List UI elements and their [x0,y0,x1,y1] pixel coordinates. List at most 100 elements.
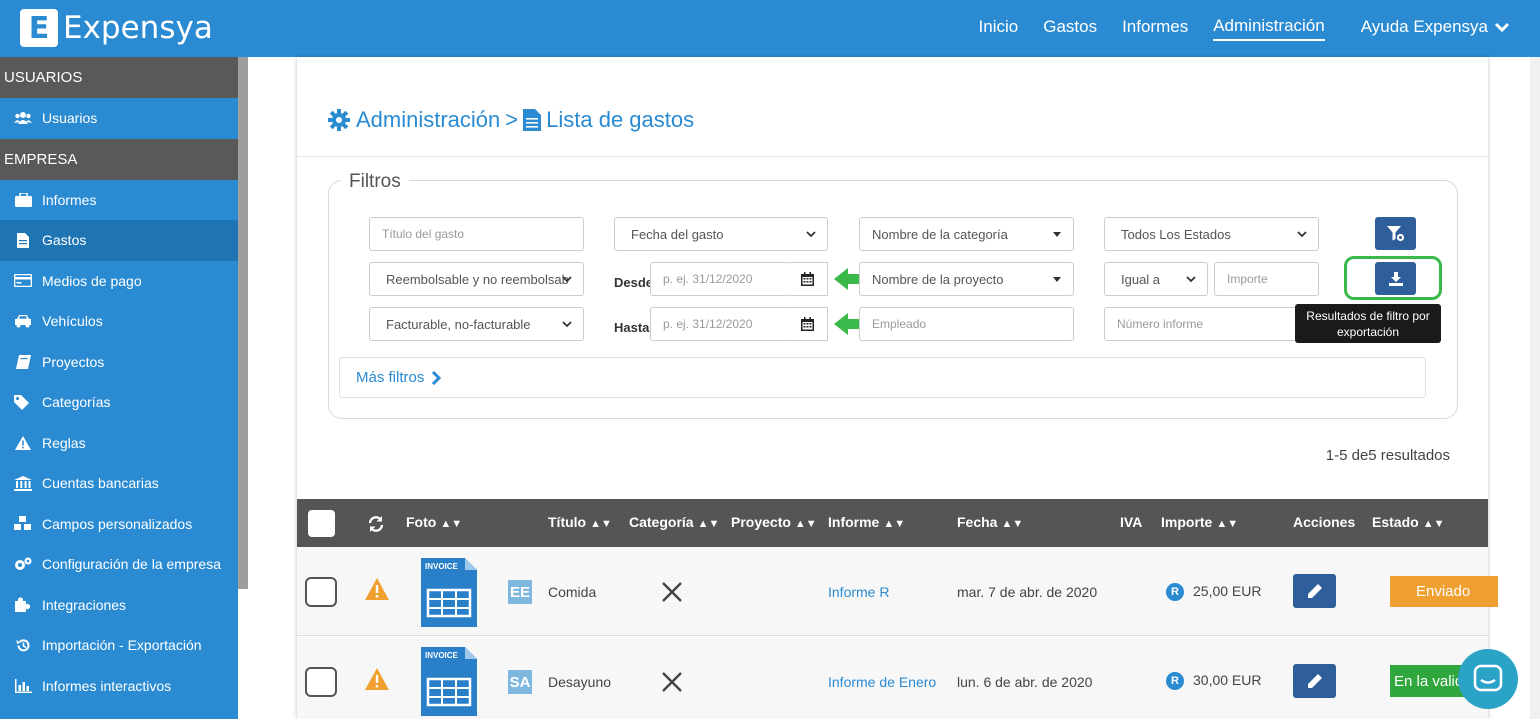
chat-icon [1473,664,1503,692]
sidebar-item-label: Cuentas bancarias [42,475,159,492]
empleado-placeholder: Empleado [872,317,927,331]
edit-button[interactable] [1293,664,1336,698]
logo[interactable]: E Expensya [20,9,213,47]
mas-filtros-toggle[interactable]: Más filtros [339,357,1426,398]
row-checkbox[interactable] [305,667,337,697]
row-informe-link[interactable]: Informe de Enero [828,674,936,690]
col-iva: IVA [1120,514,1143,530]
row-informe-link[interactable]: Informe R [828,584,889,600]
nav-informes[interactable]: Informes [1122,17,1188,40]
row-importe-value: 25,00 EUR [1193,583,1262,599]
fecha-select[interactable]: Fecha del gasto [614,217,828,251]
nav-help-menu[interactable]: Ayuda Expensya [1361,17,1510,40]
sidebar-item-label: Categorías [42,394,111,411]
nav-inicio[interactable]: Inicio [979,17,1019,40]
col-label: Fecha [957,514,998,530]
col-importe[interactable]: Importe ▲▼ [1161,514,1238,530]
page-scrollbar[interactable] [1530,57,1540,719]
sidebar-item-usuarios[interactable]: Usuarios [0,98,238,139]
sidebar-item-label: Proyectos [42,353,105,370]
empleado-input[interactable]: Empleado [859,307,1074,341]
igual-select[interactable]: Igual a [1104,262,1208,296]
category-badge: SA [508,670,532,694]
row-checkbox[interactable] [305,577,337,607]
col-informe[interactable]: Informe ▲▼ [828,514,905,530]
col-proyecto[interactable]: Proyecto ▲▼ [731,514,817,530]
category-badge: EE [508,580,532,604]
briefcase-icon [13,192,33,207]
proyecto-select[interactable]: Nombre de la proyecto [859,262,1074,296]
numero-informe-input[interactable]: Número informe [1104,307,1319,341]
col-label: Proyecto [731,514,791,530]
edit-button[interactable] [1293,574,1336,608]
history-icon [13,638,33,653]
col-foto[interactable]: Foto ▲▼ [406,514,462,530]
refresh-icon[interactable] [367,515,385,533]
col-label: Categoría [629,514,694,530]
col-titulo[interactable]: Título ▲▼ [548,514,612,530]
sidebar-item-cuentas-bancarias[interactable]: Cuentas bancarias [0,463,238,504]
sort-icon: ▲▼ [440,518,463,530]
calendar-icon [801,272,814,286]
main-nav: Inicio Gastos Informes Administración Ay… [954,0,1510,57]
sidebar-item-gastos[interactable]: Gastos [0,220,238,261]
sidebar-item-informes-interactivos[interactable]: Informes interactivos [0,666,238,707]
currency-icon: R [1166,583,1184,602]
estados-select[interactable]: Todos Los Estados [1104,217,1319,251]
sidebar-item-categorias[interactable]: Categorías [0,382,238,423]
col-fecha[interactable]: Fecha ▲▼ [957,514,1023,530]
sidebar-item-reglas[interactable]: Reglas [0,423,238,464]
sidebar-item-configuracion[interactable]: Configuración de la empresa [0,544,238,585]
col-label: Foto [406,514,437,530]
importe-input[interactable]: Importe [1214,262,1319,296]
breadcrumb: Administración > Lista de gastos [328,107,694,133]
table-row[interactable]: INVOICE SA Desayuno Informe de Enero lun… [297,637,1488,719]
caret-down-icon [1053,277,1061,282]
titulo-input[interactable]: Título del gasto [369,217,584,251]
sidebar-item-importacion[interactable]: Importación - Exportación [0,625,238,666]
pencil-icon [1307,674,1322,688]
sidebar-item-proyectos[interactable]: Proyectos [0,342,238,383]
facturable-select[interactable]: Facturable, no-facturable [369,307,584,341]
breadcrumb-root[interactable]: Administración [356,107,500,133]
select-all-checkbox[interactable] [308,510,335,537]
categoria-select-value: Nombre de la categoría [872,226,1008,242]
sidebar: USUARIOS Usuarios EMPRESA Informes Gasto… [0,57,238,719]
invoice-label: INVOICE [425,562,459,571]
top-bar: E Expensya Inicio Gastos Informes Admini… [0,0,1540,57]
col-estado[interactable]: Estado ▲▼ [1372,514,1444,530]
export-download-button[interactable] [1375,262,1416,295]
hasta-date-input[interactable]: p. ej. 31/12/2020 [650,307,789,341]
sidebar-item-informes[interactable]: Informes [0,180,238,221]
invoice-thumbnail[interactable]: INVOICE [421,558,477,627]
nav-gastos[interactable]: Gastos [1043,17,1097,40]
chat-launcher-button[interactable] [1458,649,1518,709]
sidebar-item-campos-personalizados[interactable]: Campos personalizados [0,504,238,545]
col-categoria[interactable]: Categoría ▲▼ [629,514,719,530]
reembolsable-select[interactable]: Reembolsable y no reembolsab [369,262,584,296]
file-text-icon [13,232,33,248]
sidebar-item-integraciones[interactable]: Integraciones [0,585,238,626]
invoice-thumbnail[interactable]: INVOICE [421,647,477,716]
logo-icon: E [20,9,58,47]
chevron-down-icon [562,321,572,328]
fecha-select-value: Fecha del gasto [631,226,724,242]
categoria-select[interactable]: Nombre de la categoría [859,217,1074,251]
desde-calendar-button[interactable] [788,262,828,296]
invoice-label: INVOICE [425,651,459,660]
results-count: 1-5 de5 resultados [1325,447,1450,464]
close-icon [662,582,682,602]
hasta-calendar-button[interactable] [788,307,828,341]
filter-reset-button[interactable] [1375,217,1416,250]
table-row[interactable]: INVOICE EE Comida Informe R mar. 7 de ab… [297,547,1498,636]
sidebar-item-medios-de-pago[interactable]: Medios de pago [0,261,238,302]
chevron-down-icon [1297,231,1307,238]
desde-date-input[interactable]: p. ej. 31/12/2020 [650,262,789,296]
sidebar-item-vehiculos[interactable]: Vehículos [0,301,238,342]
chevron-down-icon [1494,22,1510,33]
desde-label: Desde [614,275,654,290]
nav-administracion[interactable]: Administración [1213,16,1325,41]
sidebar-scrollbar[interactable] [238,57,248,589]
facturable-select-value: Facturable, no-facturable [386,316,531,332]
caret-down-icon [1053,232,1061,237]
